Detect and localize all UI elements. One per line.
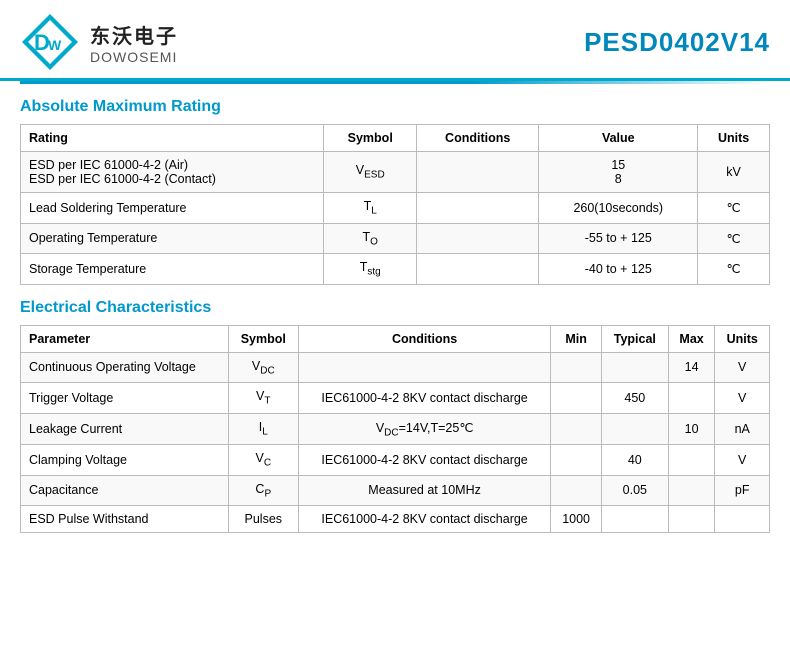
typ-trigger: 450 xyxy=(601,383,668,414)
units-storage: ℃ xyxy=(698,254,770,285)
units-trigger: V xyxy=(715,383,770,414)
max-cont-voltage: 14 xyxy=(668,352,715,383)
max-clamping xyxy=(668,445,715,476)
logo-icon: D W xyxy=(20,12,80,72)
table-row: Trigger Voltage VT IEC61000-4-2 8KV cont… xyxy=(21,383,770,414)
max-leakage: 10 xyxy=(668,413,715,445)
symbol-pulses: Pulses xyxy=(228,506,298,533)
header-divider xyxy=(20,81,770,84)
cond-esd-pulse: IEC61000-4-2 8KV contact discharge xyxy=(298,506,550,533)
logo-area: D W 东沃电子 DOWOSEMI xyxy=(20,12,178,72)
cond-cont-voltage xyxy=(298,352,550,383)
logo-text: 东沃电子 DOWOSEMI xyxy=(90,20,178,65)
table-row: Continuous Operating Voltage VDC 14 V xyxy=(21,352,770,383)
units-esd: kV xyxy=(698,152,770,193)
cond-esd xyxy=(416,152,538,193)
electrical-char-table: Parameter Symbol Conditions Min Typical … xyxy=(20,325,770,534)
units-lead: ℃ xyxy=(698,193,770,224)
cond-lead xyxy=(416,193,538,224)
col-header-min: Min xyxy=(551,325,602,352)
cond-clamping: IEC61000-4-2 8KV contact discharge xyxy=(298,445,550,476)
table-row: Operating Temperature TO -55 to + 125 ℃ xyxy=(21,223,770,254)
min-trigger xyxy=(551,383,602,414)
col-header-parameter: Parameter xyxy=(21,325,229,352)
table-row: Clamping Voltage VC IEC61000-4-2 8KV con… xyxy=(21,445,770,476)
value-operating: -55 to + 125 xyxy=(539,223,698,254)
col-header-typical: Typical xyxy=(601,325,668,352)
symbol-vdc: VDC xyxy=(228,352,298,383)
symbol-vesd: VESD xyxy=(324,152,417,193)
max-trigger xyxy=(668,383,715,414)
units-capacitance: pF xyxy=(715,475,770,506)
table-row: Capacitance CP Measured at 10MHz 0.05 pF xyxy=(21,475,770,506)
logo-english: DOWOSEMI xyxy=(90,49,178,65)
min-esd-pulse: 1000 xyxy=(551,506,602,533)
symbol-to: TO xyxy=(324,223,417,254)
table-row: ESD Pulse Withstand Pulses IEC61000-4-2 … xyxy=(21,506,770,533)
max-esd-pulse xyxy=(668,506,715,533)
symbol-il: IL xyxy=(228,413,298,445)
rating-esd: ESD per IEC 61000-4-2 (Air)ESD per IEC 6… xyxy=(21,152,324,193)
col-header-symbol2: Symbol xyxy=(228,325,298,352)
col-header-conditions: Conditions xyxy=(416,125,538,152)
symbol-cp: CP xyxy=(228,475,298,506)
col-header-max: Max xyxy=(668,325,715,352)
units-cont-voltage: V xyxy=(715,352,770,383)
section1-title: Absolute Maximum Rating xyxy=(20,98,770,116)
min-cont-voltage xyxy=(551,352,602,383)
units-leakage: nA xyxy=(715,413,770,445)
typ-capacitance: 0.05 xyxy=(601,475,668,506)
table-row: Lead Soldering Temperature TL 260(10seco… xyxy=(21,193,770,224)
col-header-units: Units xyxy=(698,125,770,152)
value-storage: -40 to + 125 xyxy=(539,254,698,285)
symbol-tl: TL xyxy=(324,193,417,224)
absolute-max-rating-table: Rating Symbol Conditions Value Units ESD… xyxy=(20,124,770,285)
param-trigger-voltage: Trigger Voltage xyxy=(21,383,229,414)
svg-text:W: W xyxy=(48,37,62,53)
param-leakage: Leakage Current xyxy=(21,413,229,445)
typ-esd-pulse xyxy=(601,506,668,533)
section2-title: Electrical Characteristics xyxy=(20,299,770,317)
min-clamping xyxy=(551,445,602,476)
min-leakage xyxy=(551,413,602,445)
min-capacitance xyxy=(551,475,602,506)
symbol-vc: VC xyxy=(228,445,298,476)
typ-clamping: 40 xyxy=(601,445,668,476)
col-header-units2: Units xyxy=(715,325,770,352)
symbol-tstg: Tstg xyxy=(324,254,417,285)
units-esd-pulse xyxy=(715,506,770,533)
rating-storage: Storage Temperature xyxy=(21,254,324,285)
logo-chinese: 东沃电子 xyxy=(90,20,178,49)
units-operating: ℃ xyxy=(698,223,770,254)
units-clamping: V xyxy=(715,445,770,476)
cond-storage xyxy=(416,254,538,285)
value-esd: 158 xyxy=(539,152,698,193)
typ-leakage xyxy=(601,413,668,445)
table-row: Storage Temperature Tstg -40 to + 125 ℃ xyxy=(21,254,770,285)
table-row: Leakage Current IL VDC=14V,T=25℃ 10 nA xyxy=(21,413,770,445)
page-header: D W 东沃电子 DOWOSEMI PESD0402V14 xyxy=(0,0,790,81)
param-clamping: Clamping Voltage xyxy=(21,445,229,476)
cond-operating xyxy=(416,223,538,254)
cond-capacitance: Measured at 10MHz xyxy=(298,475,550,506)
symbol-vt: VT xyxy=(228,383,298,414)
main-content: Absolute Maximum Rating Rating Symbol Co… xyxy=(0,98,790,563)
cond-leakage: VDC=14V,T=25℃ xyxy=(298,413,550,445)
value-lead: 260(10seconds) xyxy=(539,193,698,224)
col-header-value: Value xyxy=(539,125,698,152)
table-row: ESD per IEC 61000-4-2 (Air)ESD per IEC 6… xyxy=(21,152,770,193)
cond-trigger: IEC61000-4-2 8KV contact discharge xyxy=(298,383,550,414)
part-number: PESD0402V14 xyxy=(584,27,770,58)
max-capacitance xyxy=(668,475,715,506)
param-capacitance: Capacitance xyxy=(21,475,229,506)
col-header-rating: Rating xyxy=(21,125,324,152)
rating-operating: Operating Temperature xyxy=(21,223,324,254)
rating-lead: Lead Soldering Temperature xyxy=(21,193,324,224)
col-header-conditions2: Conditions xyxy=(298,325,550,352)
param-esd-pulse: ESD Pulse Withstand xyxy=(21,506,229,533)
typ-cont-voltage xyxy=(601,352,668,383)
col-header-symbol: Symbol xyxy=(324,125,417,152)
param-cont-voltage: Continuous Operating Voltage xyxy=(21,352,229,383)
